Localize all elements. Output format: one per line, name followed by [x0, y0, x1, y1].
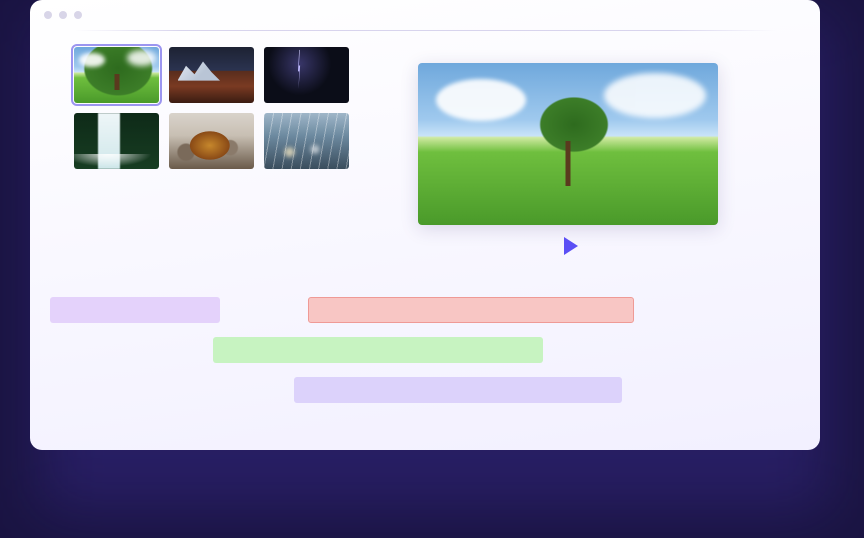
preview-player[interactable]	[418, 63, 718, 225]
traffic-light-zoom[interactable]	[74, 11, 82, 19]
thumbnail-mountain[interactable]	[169, 47, 254, 103]
thumbnail-lightning[interactable]	[264, 47, 349, 103]
thumbnail-rain[interactable]	[264, 113, 349, 169]
timeline-clip[interactable]	[308, 297, 634, 323]
timeline-clip[interactable]	[213, 337, 543, 363]
traffic-light-close[interactable]	[44, 11, 52, 19]
app-window	[30, 0, 820, 450]
window-titlebar	[30, 0, 820, 30]
traffic-light-minimize[interactable]	[59, 11, 67, 19]
timeline-clip[interactable]	[50, 297, 220, 323]
play-icon[interactable]	[564, 237, 578, 255]
thumbnail-leaf[interactable]	[169, 113, 254, 169]
media-library	[74, 47, 349, 169]
thumbnail-tree[interactable]	[74, 47, 159, 103]
thumbnail-waterfall[interactable]	[74, 113, 159, 169]
timeline-clip[interactable]	[294, 377, 622, 403]
